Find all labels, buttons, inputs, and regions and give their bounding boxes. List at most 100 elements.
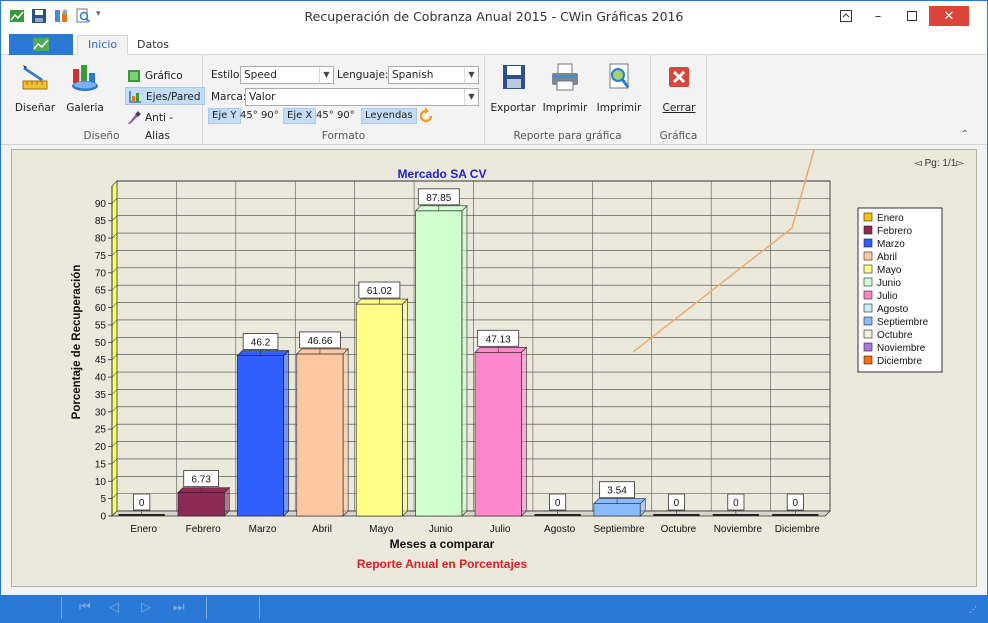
legend-swatch bbox=[863, 290, 873, 300]
x-tick-label: Diciembre bbox=[775, 524, 820, 535]
next-page-icon[interactable]: ▷ bbox=[141, 600, 151, 615]
eje-x-button[interactable]: Eje X bbox=[283, 108, 317, 124]
group-label-reporte: Reporte para gráfica bbox=[513, 130, 622, 142]
value-label: 0 bbox=[733, 498, 739, 509]
status-separator bbox=[259, 597, 260, 619]
y-tick-label: 35 bbox=[95, 390, 107, 401]
y-tick-label: 5 bbox=[100, 494, 106, 505]
legend-label: Mayo bbox=[877, 265, 902, 276]
ejes-pared-button[interactable]: Ejes/Pared bbox=[125, 87, 205, 105]
legend-swatch bbox=[863, 316, 873, 326]
bar bbox=[474, 351, 522, 517]
eje-y-90-button[interactable]: 90° bbox=[258, 108, 282, 124]
bar-chart: ◅ Pg: 1/1▻ Mercado SA CV Reporte Anual e… bbox=[71, 150, 964, 571]
imprimir-preview-button[interactable]: Imprimir bbox=[595, 61, 643, 114]
bar bbox=[415, 210, 463, 517]
y-tick-label: 55 bbox=[95, 320, 107, 331]
x-tick-label: Julio bbox=[490, 524, 511, 535]
refresh-icon[interactable] bbox=[417, 107, 435, 125]
ribbon-display-icon[interactable] bbox=[829, 5, 863, 27]
status-bar: ⏮ ◁ ▷ ⏭ ⋰ bbox=[1, 595, 987, 622]
eje-x-90-button[interactable]: 90° bbox=[334, 108, 358, 124]
grafico3d-button[interactable]: Gráfico 3D bbox=[125, 67, 202, 100]
bar-side bbox=[342, 348, 349, 517]
imprimir-preview-label: Imprimir bbox=[596, 102, 642, 114]
y-tick-label: 30 bbox=[95, 407, 107, 418]
tab-inicio[interactable]: Inicio bbox=[77, 35, 129, 56]
chevron-down-icon: ▼ bbox=[464, 89, 478, 105]
axes-icon bbox=[129, 91, 141, 103]
value-label: 0 bbox=[139, 498, 145, 509]
y-tick-label: 15 bbox=[95, 459, 107, 470]
anti-alias-button[interactable]: Anti - Alias bbox=[125, 109, 202, 142]
group-diseno: Diseñar Galeria Gráfico 3D Ejes/Pared bbox=[1, 55, 205, 145]
y-tick-label: 90 bbox=[95, 199, 107, 210]
x-tick-label: Marzo bbox=[249, 524, 277, 535]
bar-top bbox=[593, 498, 646, 505]
y-axis-label: Porcentaje de Recuperación bbox=[71, 265, 83, 420]
legend-swatch bbox=[863, 277, 873, 287]
close-red-icon bbox=[669, 67, 689, 87]
value-label: 0 bbox=[674, 498, 680, 509]
imprimir-label: Imprimir bbox=[542, 102, 588, 114]
x-tick-label: Junio bbox=[429, 524, 453, 535]
minimize-button[interactable]: – bbox=[861, 5, 895, 27]
legend-label: Junio bbox=[877, 278, 901, 289]
page-indicator[interactable]: ◅ Pg: 1/1▻ bbox=[914, 158, 964, 169]
x-tick-label: Octubre bbox=[661, 524, 697, 535]
last-page-icon[interactable]: ⏭ bbox=[173, 600, 185, 615]
bar-side bbox=[283, 349, 290, 517]
first-page-icon[interactable]: ⏮ bbox=[79, 600, 91, 615]
gallery-icon bbox=[72, 65, 98, 91]
value-label: 0 bbox=[555, 498, 561, 509]
legend-swatch bbox=[863, 238, 873, 248]
x-tick-label: Mayo bbox=[369, 524, 394, 535]
legend-swatch bbox=[863, 225, 873, 235]
cerrar-label: Cerrar bbox=[662, 102, 696, 114]
collapse-ribbon-icon[interactable]: ⌃ bbox=[961, 129, 969, 140]
y-tick-label: 40 bbox=[95, 373, 107, 384]
close-button[interactable]: ✕ bbox=[929, 6, 969, 26]
file-tab[interactable] bbox=[9, 34, 73, 55]
legend-label: Octubre bbox=[877, 330, 913, 341]
value-label: 47.13 bbox=[486, 334, 511, 345]
x-axis-label: Meses a comparar bbox=[390, 537, 495, 551]
leyendas-button[interactable]: Leyendas bbox=[361, 108, 417, 124]
x-tick-label: Febrero bbox=[186, 524, 221, 535]
legend-swatch bbox=[863, 251, 873, 261]
value-label: 46.2 bbox=[251, 338, 271, 349]
galeria-button[interactable]: Galeria bbox=[61, 61, 109, 114]
exportar-button[interactable]: Exportar bbox=[489, 61, 537, 114]
bar bbox=[355, 303, 403, 517]
ribbon-tabs: Inicio Datos bbox=[1, 31, 987, 56]
y-tick-label: 0 bbox=[100, 512, 106, 523]
legend-label: Abril bbox=[877, 252, 897, 263]
y-tick-label: 20 bbox=[95, 442, 107, 453]
bar-side bbox=[521, 346, 527, 517]
cerrar-button[interactable]: Cerrar bbox=[655, 61, 703, 114]
x-tick-label: Septiembre bbox=[593, 524, 645, 535]
x-tick-label: Agosto bbox=[544, 524, 576, 535]
estilo-select[interactable]: Speed ▼ bbox=[240, 66, 334, 84]
lenguaje-select[interactable]: Spanish ▼ bbox=[388, 66, 479, 84]
group-label-grafica: Gráfica bbox=[659, 130, 698, 142]
legend-label: Noviembre bbox=[877, 343, 926, 354]
tab-datos[interactable]: Datos bbox=[127, 36, 179, 56]
prev-page-icon[interactable]: ◁ bbox=[109, 600, 119, 615]
y-tick-label: 75 bbox=[95, 251, 107, 262]
chart-file-icon bbox=[33, 38, 49, 51]
exportar-label: Exportar bbox=[490, 102, 536, 114]
estilo-label: Estilo bbox=[211, 69, 240, 81]
y-tick-label: 45 bbox=[95, 355, 107, 366]
status-separator bbox=[206, 597, 207, 619]
maximize-button[interactable] bbox=[895, 5, 929, 27]
galeria-label: Galeria bbox=[66, 102, 104, 114]
resize-grip-icon[interactable]: ⋰ bbox=[969, 605, 977, 614]
marca-select[interactable]: Valor ▼ bbox=[245, 88, 479, 106]
disenar-button[interactable]: Diseñar bbox=[11, 61, 59, 114]
eje-y-button[interactable]: Eje Y bbox=[208, 108, 241, 124]
floppy-disk-icon bbox=[503, 65, 525, 89]
x-tick-label: Noviembre bbox=[714, 524, 763, 535]
imprimir-button[interactable]: Imprimir bbox=[541, 61, 589, 114]
chart-subtitle: Reporte Anual en Porcentajes bbox=[357, 557, 528, 571]
